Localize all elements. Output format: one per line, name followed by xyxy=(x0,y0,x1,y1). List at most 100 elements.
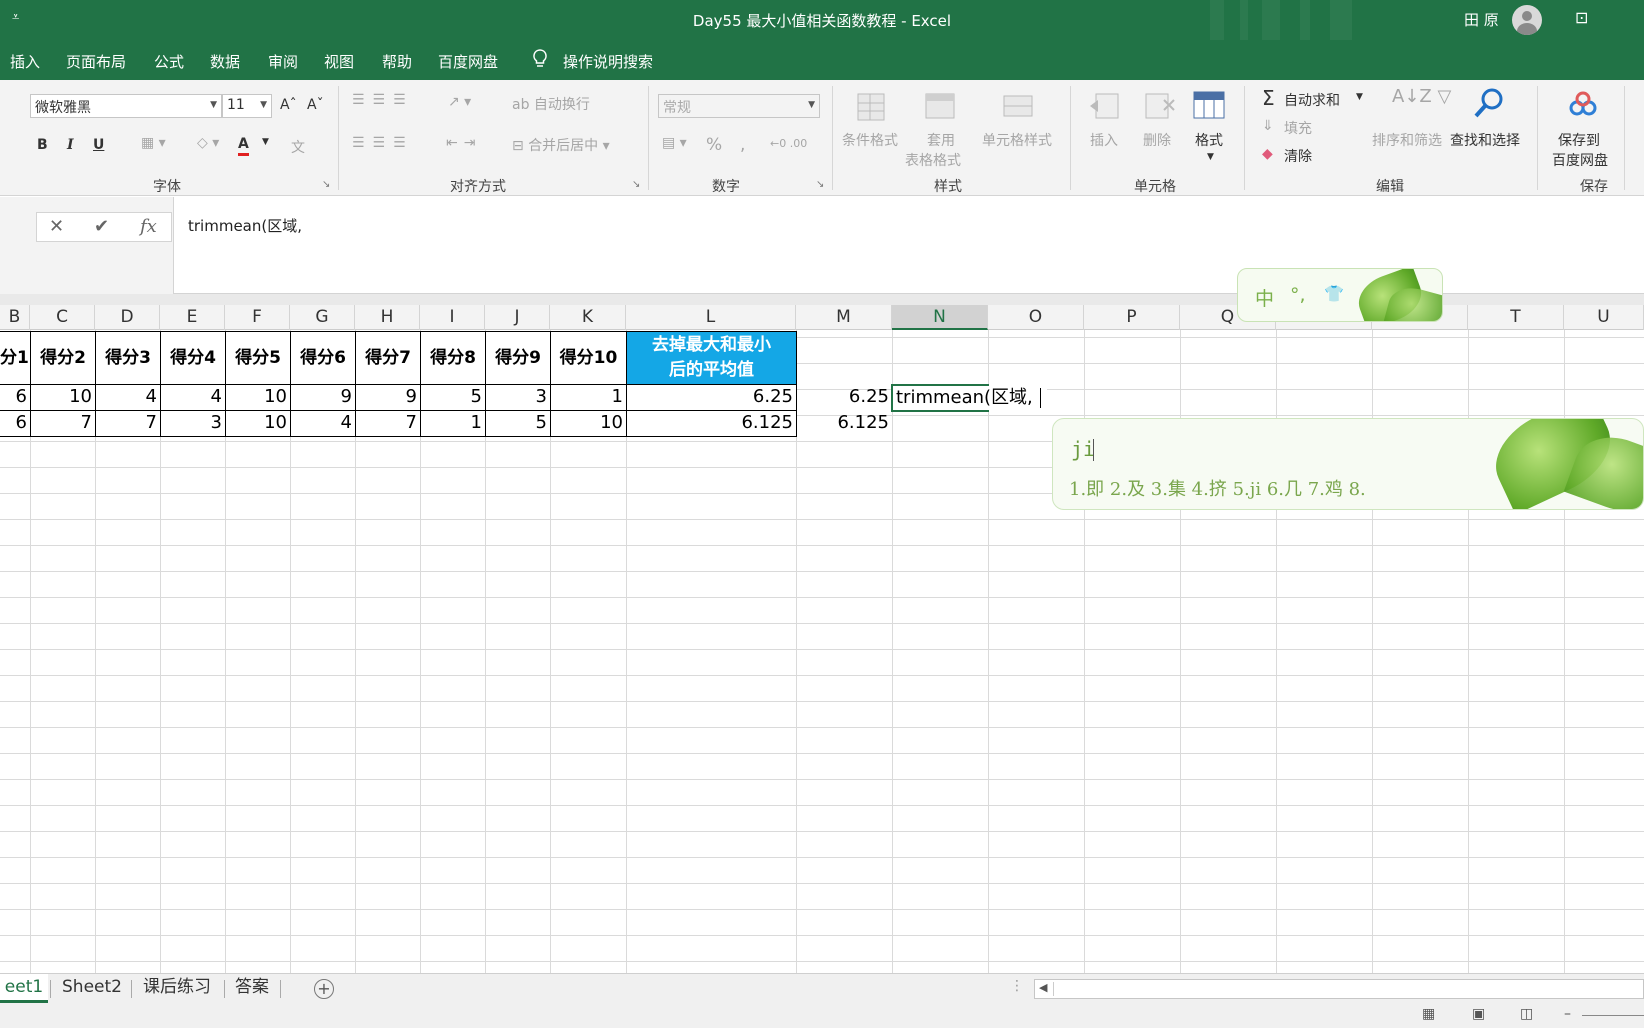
column-header-i[interactable]: I xyxy=(420,305,485,330)
header-cell-score-7[interactable]: 得分7 xyxy=(355,331,421,385)
column-header-d[interactable]: D xyxy=(95,305,160,330)
decimal-buttons-icon[interactable]: ←0 .00 xyxy=(770,137,807,150)
m-value-cell[interactable]: 6.125 xyxy=(796,411,889,436)
score-cell[interactable]: 7 xyxy=(30,410,96,437)
sort-filter-button[interactable]: 排序和筛选 xyxy=(1372,130,1442,150)
autosum-button[interactable]: 自动求和 xyxy=(1284,90,1340,110)
score-cell[interactable]: 1 xyxy=(550,384,627,411)
header-cell-score-8[interactable]: 得分8 xyxy=(420,331,486,385)
header-cell-score-2[interactable]: 得分2 xyxy=(30,331,96,385)
score-cell[interactable]: 9 xyxy=(290,384,356,411)
scroll-left-icon[interactable]: ◀ xyxy=(1039,981,1047,994)
percent-style-button[interactable]: % xyxy=(706,135,722,155)
sheet-tab-sheet2[interactable]: Sheet2 xyxy=(62,974,122,1003)
zoom-slider[interactable] xyxy=(1582,1015,1644,1016)
column-header-m[interactable]: M xyxy=(796,305,892,330)
ime-candidate-list[interactable]: 1.即 2.及 3.集 4.挤 5.ji 6.几 7.鸡 8. xyxy=(1069,475,1366,501)
column-header-g[interactable]: G xyxy=(290,305,355,330)
number-dialog-launcher-icon[interactable]: ↘ xyxy=(816,179,824,190)
tab-help[interactable]: 帮助 xyxy=(382,51,412,72)
orientation-icon[interactable]: ↗ ▾ xyxy=(448,94,471,110)
header-cell-trimmed-average[interactable]: 去掉最大和最小 后的平均值 xyxy=(626,331,797,385)
sheet-tab-exercises[interactable]: 课后练习 xyxy=(143,974,211,1003)
zoom-out-icon[interactable]: – xyxy=(1564,1006,1571,1022)
score-cell[interactable]: 7 xyxy=(95,410,161,437)
score-cell[interactable]: 10 xyxy=(225,410,291,437)
header-cell-score-5[interactable]: 得分5 xyxy=(225,331,291,385)
header-cell-score-10[interactable]: 得分10 xyxy=(550,331,627,385)
italic-button[interactable]: I xyxy=(67,137,74,153)
avatar[interactable] xyxy=(1512,5,1542,35)
wrap-text-button[interactable]: ab 自动换行 xyxy=(512,94,590,114)
tab-page-layout[interactable]: 页面布局 xyxy=(66,51,126,72)
clear-button[interactable]: 清除 xyxy=(1284,146,1312,166)
grow-font-button[interactable]: Aˆ xyxy=(280,97,297,113)
tab-split-handle-icon[interactable]: ⋮ xyxy=(1010,978,1024,994)
score-cell[interactable]: 6 xyxy=(0,384,31,411)
column-header-p[interactable]: P xyxy=(1084,305,1180,330)
font-color-button[interactable]: A xyxy=(238,135,249,156)
column-header-c[interactable]: C xyxy=(30,305,95,330)
header-cell-score-6[interactable]: 得分6 xyxy=(290,331,356,385)
phonetic-button[interactable]: 文 xyxy=(291,137,305,157)
underline-button[interactable]: U xyxy=(93,137,104,153)
add-sheet-button[interactable]: + xyxy=(314,979,334,999)
font-name-select[interactable]: 微软雅黑 ▼ xyxy=(30,94,222,118)
score-cell[interactable]: 5 xyxy=(485,410,551,437)
tab-view[interactable]: 视图 xyxy=(324,51,354,72)
indent-icons[interactable]: ⇤⇥ xyxy=(446,135,481,151)
insert-function-icon[interactable]: fx xyxy=(140,216,157,237)
fill-button[interactable]: 填充 xyxy=(1284,118,1312,138)
score-cell[interactable]: 10 xyxy=(550,410,627,437)
column-header-u[interactable]: U xyxy=(1564,305,1644,330)
format-as-table-button[interactable]: 套用 xyxy=(927,130,955,150)
column-header-k[interactable]: K xyxy=(550,305,626,330)
ime-punctuation[interactable]: °, xyxy=(1290,284,1306,306)
fill-color-icon[interactable]: ◇ ▾ xyxy=(197,135,219,151)
tab-formulas[interactable]: 公式 xyxy=(154,51,184,72)
autosum-dropdown-icon[interactable]: ▼ xyxy=(1356,92,1363,102)
score-cell[interactable]: 3 xyxy=(485,384,551,411)
conditional-formatting-button[interactable]: 条件格式 xyxy=(842,130,898,150)
column-header-f[interactable]: F xyxy=(225,305,290,330)
enter-icon[interactable]: ✔ xyxy=(94,216,109,237)
column-header-t[interactable]: T xyxy=(1468,305,1564,330)
ime-skin-icon[interactable]: 👕 xyxy=(1324,284,1344,303)
user-name[interactable]: 田 原 xyxy=(1464,9,1499,30)
column-header-j[interactable]: J xyxy=(485,305,550,330)
shrink-font-button[interactable]: Aˇ xyxy=(307,97,324,113)
header-cell-score-9[interactable]: 得分9 xyxy=(485,331,551,385)
font-size-select[interactable]: 11 ▼ xyxy=(222,94,272,118)
alignment-dialog-launcher-icon[interactable]: ↘ xyxy=(632,179,640,190)
page-break-view-icon[interactable]: ◫ xyxy=(1520,1006,1533,1022)
find-select-button[interactable]: 查找和选择 xyxy=(1450,130,1520,150)
format-cells-button[interactable]: 格式 xyxy=(1195,130,1223,150)
trimmed-average-cell[interactable]: 6.125 xyxy=(626,410,797,437)
score-cell[interactable]: 9 xyxy=(355,384,421,411)
ime-mode-chinese[interactable]: 中 xyxy=(1255,284,1274,311)
sheet-tab-answers[interactable]: 答案 xyxy=(235,974,269,1003)
ime-status-bar[interactable]: 中 °, 👕 xyxy=(1237,268,1443,322)
column-header-h[interactable]: H xyxy=(355,305,420,330)
font-dialog-launcher-icon[interactable]: ↘ xyxy=(322,179,330,190)
score-cell[interactable]: 5 xyxy=(420,384,486,411)
comma-style-button[interactable]: , xyxy=(740,135,745,155)
score-cell[interactable]: 10 xyxy=(225,384,291,411)
scrollbar-thumb[interactable] xyxy=(1053,982,1627,996)
page-layout-view-icon[interactable]: ▣ xyxy=(1472,1006,1485,1022)
column-header-o[interactable]: O xyxy=(988,305,1084,330)
header-cell-score-1[interactable]: 分1 xyxy=(0,331,31,385)
score-cell[interactable]: 4 xyxy=(95,384,161,411)
score-cell[interactable]: 10 xyxy=(30,384,96,411)
tell-me-search[interactable]: 操作说明搜索 xyxy=(563,51,653,72)
horizontal-scrollbar[interactable]: ◀ xyxy=(1034,979,1644,999)
borders-icon[interactable]: ▦ ▾ xyxy=(141,135,166,151)
tab-review[interactable]: 审阅 xyxy=(268,51,298,72)
m-value-cell[interactable]: 6.25 xyxy=(796,385,889,410)
header-cell-score-4[interactable]: 得分4 xyxy=(160,331,226,385)
cell-styles-button[interactable]: 单元格样式 xyxy=(982,130,1052,150)
cancel-icon[interactable]: ✕ xyxy=(49,216,64,237)
trimmed-average-cell[interactable]: 6.25 xyxy=(626,384,797,411)
save-to-netdisk-button[interactable]: 保存到 xyxy=(1558,130,1600,150)
header-cell-score-3[interactable]: 得分3 xyxy=(95,331,161,385)
